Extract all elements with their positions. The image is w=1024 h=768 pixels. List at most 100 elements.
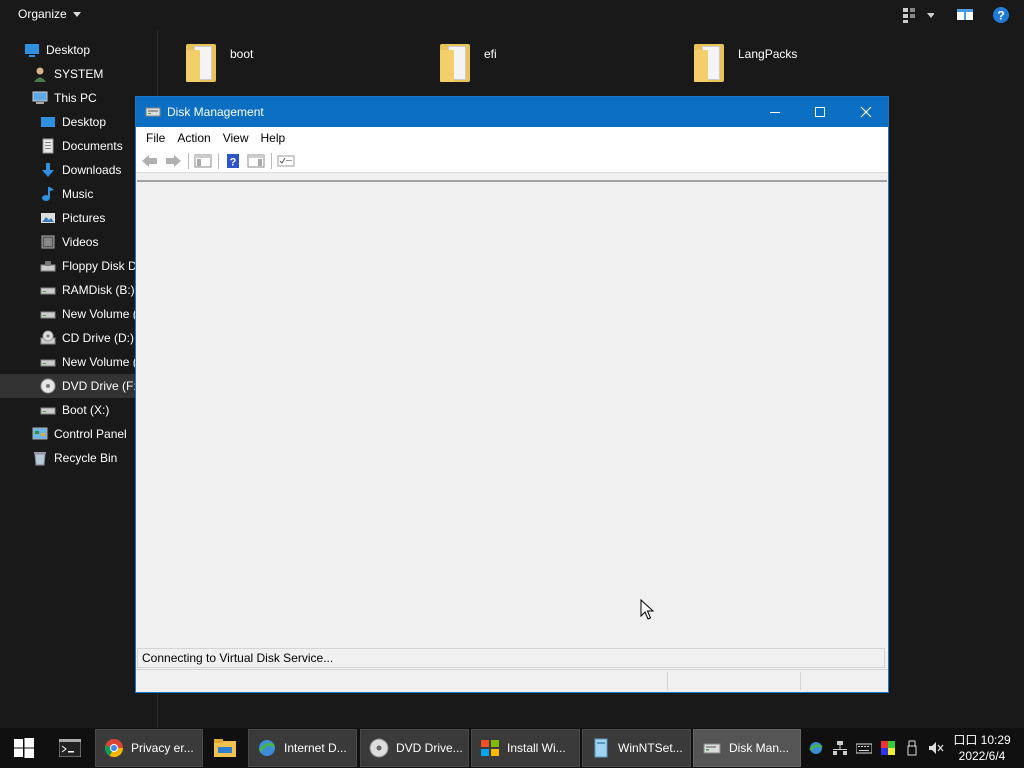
- network-globe-icon[interactable]: [808, 740, 824, 756]
- folder-icon: [692, 40, 726, 84]
- keyboard-icon[interactable]: [855, 740, 873, 756]
- task-label: Install Wi...: [507, 741, 566, 755]
- taskbar-pinned-file-explorer[interactable]: [206, 728, 244, 768]
- volume-muted-icon[interactable]: [928, 740, 944, 756]
- back-arrow-icon: [142, 154, 157, 167]
- preview-pane-button[interactable]: [956, 6, 974, 22]
- title-bar[interactable]: Disk Management: [136, 97, 888, 127]
- chevron-down-icon: [72, 11, 81, 17]
- status-bar-separator: [667, 672, 668, 690]
- nav-item-label: Desktop: [62, 115, 107, 129]
- help-icon: ?: [993, 7, 1009, 23]
- toolbar-separator: [188, 152, 189, 169]
- show-hide-console-tree-icon: [194, 154, 212, 167]
- control-panel-icon: [32, 426, 48, 442]
- menu-bar: File Action View Help: [136, 127, 888, 149]
- usb-device-icon[interactable]: [904, 740, 920, 756]
- close-icon: [860, 106, 872, 118]
- clock-time: 口口 10:29: [953, 733, 1011, 747]
- show-action-pane-button[interactable]: [246, 151, 266, 171]
- organize-button[interactable]: Organize: [18, 7, 81, 21]
- folder-name: LangPacks: [738, 47, 798, 61]
- help-icon: ?: [227, 153, 239, 168]
- folder-langpacks[interactable]: LangPacks: [692, 40, 797, 88]
- menu-action[interactable]: Action: [171, 127, 216, 149]
- nav-item-label: This PC: [54, 91, 97, 105]
- menu-file[interactable]: File: [140, 127, 171, 149]
- folder-icon: [184, 40, 218, 84]
- properties-button[interactable]: [276, 151, 296, 171]
- nav-item-label: Videos: [62, 235, 99, 249]
- folder-icon: [438, 40, 472, 84]
- show-hide-console-tree-button[interactable]: [193, 151, 213, 171]
- disk-management-icon: [145, 104, 161, 120]
- taskbar-task-internet-download-manager[interactable]: Internet D...: [248, 729, 357, 767]
- close-button[interactable]: [843, 97, 889, 127]
- toolbar-separator: [271, 152, 272, 169]
- nav-item-desktop[interactable]: Desktop: [0, 38, 158, 62]
- dvd-rom-icon: [369, 738, 389, 758]
- explorer-toolbar: Organize ?: [0, 0, 1024, 30]
- nav-item-label: Music: [62, 187, 94, 201]
- nav-item-label: Documents: [62, 139, 123, 153]
- clock-date: 2022/6/4: [958, 749, 1006, 763]
- help-button[interactable]: ?: [992, 6, 1010, 24]
- minimize-button[interactable]: [752, 97, 798, 127]
- nav-item-label: Desktop: [46, 43, 91, 57]
- menu-view[interactable]: View: [217, 127, 255, 149]
- folder-name: boot: [230, 47, 254, 61]
- nav-item-label: RAMDisk (B:): [62, 283, 135, 297]
- taskbar: Privacy er... Internet D... DVD Drive...…: [0, 728, 1024, 768]
- file-explorer-icon: [214, 739, 236, 757]
- taskbar-task-disk-management[interactable]: Disk Man...: [693, 729, 801, 767]
- disk-management-icon: [702, 738, 722, 758]
- nav-item-label: DVD Drive (F:): [62, 379, 141, 393]
- taskbar-task-winntsetup[interactable]: WinNTSet...: [582, 729, 691, 767]
- pictures-icon: [40, 210, 56, 226]
- drive-icon: [40, 306, 56, 322]
- winntsetup-icon: [591, 738, 611, 758]
- back-button[interactable]: [140, 151, 160, 171]
- cd-drive-icon: [40, 330, 56, 346]
- folder-boot[interactable]: boot: [184, 40, 253, 88]
- desktop-folder-icon: [40, 114, 56, 130]
- properties-icon: [277, 155, 295, 166]
- taskbar-task-install-windows[interactable]: Install Wi...: [471, 729, 580, 767]
- display-color-icon[interactable]: [880, 740, 896, 756]
- taskbar-task-dvd-drive[interactable]: DVD Drive...: [360, 729, 469, 767]
- recycle-bin-icon: [32, 450, 48, 466]
- system-tray: [808, 728, 952, 768]
- nav-item-label: Boot (X:): [62, 403, 110, 417]
- change-view-button[interactable]: [902, 6, 934, 24]
- floppy-drive-icon: [40, 258, 56, 274]
- documents-icon: [40, 138, 56, 154]
- help-toolbar-button[interactable]: ?: [223, 151, 243, 171]
- nav-item-label: New Volume (: [62, 355, 137, 369]
- network-icon[interactable]: [832, 740, 848, 756]
- taskbar-task-chrome[interactable]: Privacy er...: [95, 729, 203, 767]
- nav-item-system-user[interactable]: SYSTEM: [0, 62, 158, 86]
- maximize-icon: [815, 107, 825, 117]
- nav-item-label: Downloads: [62, 163, 122, 177]
- menu-help[interactable]: Help: [255, 127, 292, 149]
- status-bar-separator: [800, 672, 801, 690]
- mmc-toolbar: ?: [136, 149, 888, 173]
- start-button[interactable]: [0, 728, 48, 768]
- forward-button[interactable]: [163, 151, 183, 171]
- nav-item-label: Pictures: [62, 211, 106, 225]
- folder-efi[interactable]: efi: [438, 40, 497, 88]
- windows-logo-icon: [14, 738, 34, 758]
- drive-icon: [40, 282, 56, 298]
- task-label: Disk Man...: [729, 741, 790, 755]
- taskbar-pinned-cmd[interactable]: [52, 728, 88, 768]
- chrome-icon: [104, 738, 124, 758]
- show-action-pane-icon: [247, 154, 265, 167]
- task-label: Internet D...: [284, 741, 347, 755]
- status-message: Connecting to Virtual Disk Service...: [137, 648, 885, 668]
- window-title: Disk Management: [167, 105, 264, 119]
- nav-item-label: Recycle Bin: [54, 451, 118, 465]
- view-options-icon: [903, 8, 934, 23]
- maximize-button[interactable]: [797, 97, 843, 127]
- nav-item-label: CD Drive (D:): [62, 331, 134, 345]
- taskbar-clock[interactable]: 口口 10:29 2022/6/4: [950, 732, 1014, 764]
